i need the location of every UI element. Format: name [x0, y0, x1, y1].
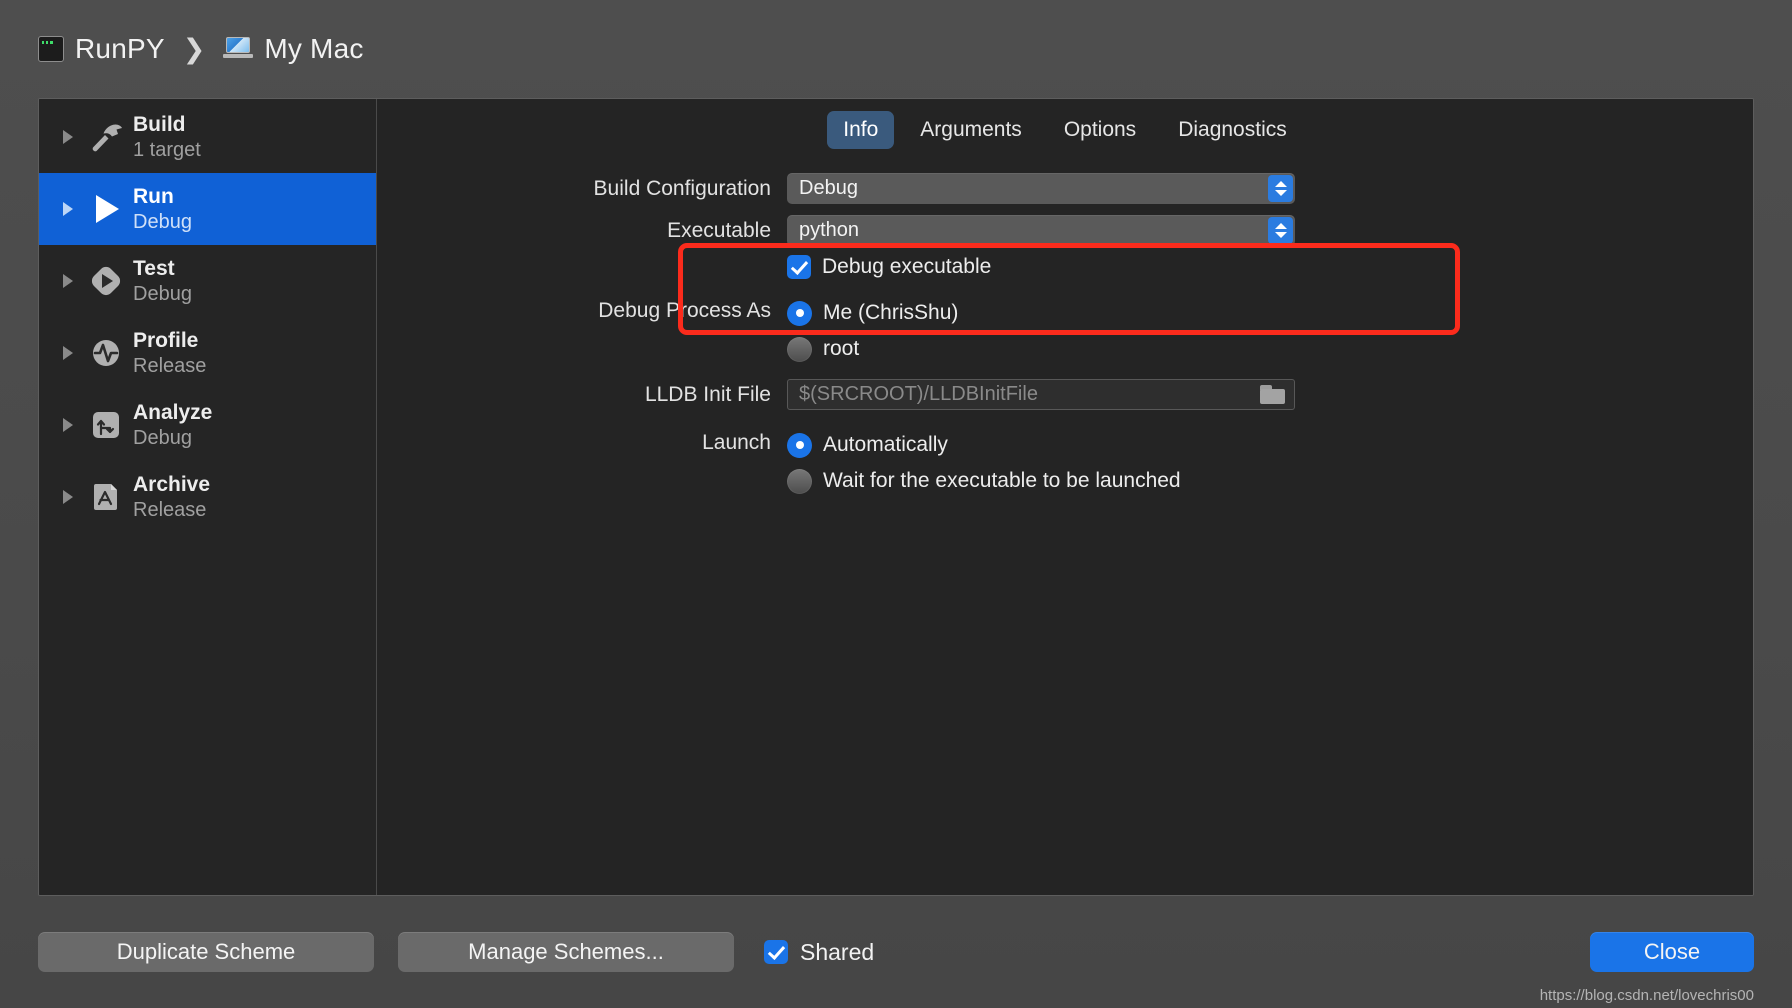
row-debug-process-as: Debug Process As Me (ChrisShu) root: [377, 295, 1753, 367]
sidebar-item-test[interactable]: Test Debug: [39, 245, 376, 317]
sidebar-item-sublabel: Debug: [133, 282, 192, 305]
launch-label: Launch: [702, 431, 771, 454]
breadcrumb-scheme-label: RunPY: [75, 33, 165, 64]
debug-executable-checkbox[interactable]: [787, 255, 811, 279]
sidebar-item-label: Analyze: [133, 400, 213, 424]
breadcrumb-scheme[interactable]: RunPY: [38, 33, 165, 65]
launch-option-automatically[interactable]: Automatically: [787, 427, 1753, 463]
tab-info[interactable]: Info: [827, 111, 895, 149]
titlebar: RunPY ❯ My Mac: [0, 0, 1792, 98]
debug-process-as-option-me[interactable]: Me (ChrisShu): [787, 295, 1753, 331]
chevron-updown-icon[interactable]: [1268, 217, 1293, 244]
launch-option-wait[interactable]: Wait for the executable to be launched: [787, 463, 1753, 499]
analyze-arrows-icon: [83, 408, 129, 442]
sidebar-item-profile[interactable]: Profile Release: [39, 317, 376, 389]
editor-panel: Build 1 target Run Debug Test Debug Prof…: [38, 98, 1754, 896]
sidebar-item-analyze[interactable]: Analyze Debug: [39, 389, 376, 461]
lldb-init-file-input[interactable]: $(SRCROOT)/LLDBInitFile: [787, 379, 1295, 410]
shared-label: Shared: [800, 938, 875, 965]
pulse-circle-icon: [83, 336, 129, 370]
row-executable: Executable python: [377, 215, 1753, 247]
sidebar-item-label: Profile: [133, 328, 199, 352]
archive-appstore-icon: [83, 480, 129, 514]
hammer-icon: [83, 120, 129, 154]
footer: Duplicate Scheme Manage Schemes... Share…: [0, 896, 1792, 1008]
lldb-init-file-label: LLDB Init File: [644, 383, 771, 406]
tab-diagnostics[interactable]: Diagnostics: [1162, 111, 1303, 149]
disclosure-triangle-icon[interactable]: [53, 418, 83, 432]
sidebar-item-archive[interactable]: Archive Release: [39, 461, 376, 533]
radio-root-icon[interactable]: [787, 336, 812, 362]
sidebar-item-label: Archive: [133, 472, 211, 496]
tabbar: Info Arguments Options Diagnostics: [377, 99, 1753, 161]
tab-arguments[interactable]: Arguments: [904, 111, 1038, 149]
sidebar-item-sublabel: 1 target: [133, 138, 201, 161]
row-debug-executable: Debug executable: [377, 251, 1753, 283]
breadcrumb-separator-icon: ❯: [182, 33, 206, 64]
body-area: Build 1 target Run Debug Test Debug Prof…: [0, 98, 1792, 896]
close-button[interactable]: Close: [1590, 932, 1754, 972]
play-icon: [83, 192, 129, 226]
radio-root-label: root: [823, 337, 860, 360]
sidebar-item-sublabel: Debug: [133, 210, 192, 233]
row-launch: Launch Automatically Wait for the execut…: [377, 427, 1753, 499]
tab-options[interactable]: Options: [1048, 111, 1152, 149]
radio-automatically-label: Automatically: [823, 433, 948, 456]
row-build-configuration: Build Configuration Debug: [377, 173, 1753, 205]
debug-executable-checkbox-row[interactable]: Debug executable: [787, 251, 1753, 283]
sidebar-item-label: Test: [133, 256, 175, 280]
disclosure-triangle-icon[interactable]: [53, 490, 83, 504]
test-diamond-icon: [83, 264, 129, 298]
disclosure-triangle-icon[interactable]: [53, 274, 83, 288]
folder-icon[interactable]: [1260, 385, 1285, 404]
radio-wait-label: Wait for the executable to be launched: [823, 469, 1181, 492]
radio-wait-icon[interactable]: [787, 468, 812, 494]
sidebar-item-label: Build: [133, 112, 186, 136]
executable-label: Executable: [667, 219, 771, 242]
scheme-editor-window: RunPY ❯ My Mac Build 1 target Run Debug …: [0, 0, 1792, 1008]
manage-schemes-button[interactable]: Manage Schemes...: [398, 932, 734, 972]
content-pane: Info Arguments Options Diagnostics Build…: [377, 99, 1753, 895]
chevron-updown-icon[interactable]: [1268, 175, 1293, 202]
lldb-init-file-placeholder: $(SRCROOT)/LLDBInitFile: [799, 383, 1038, 405]
sidebar-item-run[interactable]: Run Debug: [39, 173, 376, 245]
build-configuration-label: Build Configuration: [593, 177, 771, 200]
sidebar-item-sublabel: Release: [133, 498, 207, 521]
shared-checkbox-row[interactable]: Shared: [764, 939, 874, 966]
build-configuration-value: Debug: [799, 177, 858, 199]
shared-checkbox[interactable]: [764, 940, 788, 964]
debug-process-as-option-root[interactable]: root: [787, 331, 1753, 367]
info-form: Build Configuration Debug Executable pyt…: [377, 161, 1753, 895]
sidebar-item-sublabel: Release: [133, 354, 207, 377]
disclosure-triangle-icon[interactable]: [53, 202, 83, 216]
terminal-app-icon: [38, 36, 64, 62]
executable-select[interactable]: python: [787, 215, 1295, 246]
radio-me-icon[interactable]: [787, 300, 812, 326]
build-configuration-select[interactable]: Debug: [787, 173, 1295, 204]
macbook-icon: [223, 37, 254, 61]
scheme-actions-sidebar: Build 1 target Run Debug Test Debug Prof…: [39, 99, 377, 895]
watermark-url: https://blog.csdn.net/lovechris00: [1539, 987, 1754, 1004]
disclosure-triangle-icon[interactable]: [53, 130, 83, 144]
debug-executable-label: Debug executable: [822, 255, 992, 278]
radio-me-label: Me (ChrisShu): [823, 301, 959, 324]
radio-automatically-icon[interactable]: [787, 432, 812, 458]
executable-value: python: [799, 219, 860, 241]
sidebar-item-label: Run: [133, 184, 174, 208]
duplicate-scheme-button[interactable]: Duplicate Scheme: [38, 932, 374, 972]
sidebar-item-build[interactable]: Build 1 target: [39, 101, 376, 173]
sidebar-item-sublabel: Debug: [133, 426, 192, 449]
disclosure-triangle-icon[interactable]: [53, 346, 83, 360]
breadcrumb-destination-label: My Mac: [264, 33, 364, 64]
row-lldb-init-file: LLDB Init File $(SRCROOT)/LLDBInitFile: [377, 379, 1753, 411]
debug-process-as-label: Debug Process As: [598, 299, 771, 322]
breadcrumb: RunPY ❯ My Mac: [38, 33, 364, 65]
breadcrumb-destination[interactable]: My Mac: [223, 33, 363, 65]
